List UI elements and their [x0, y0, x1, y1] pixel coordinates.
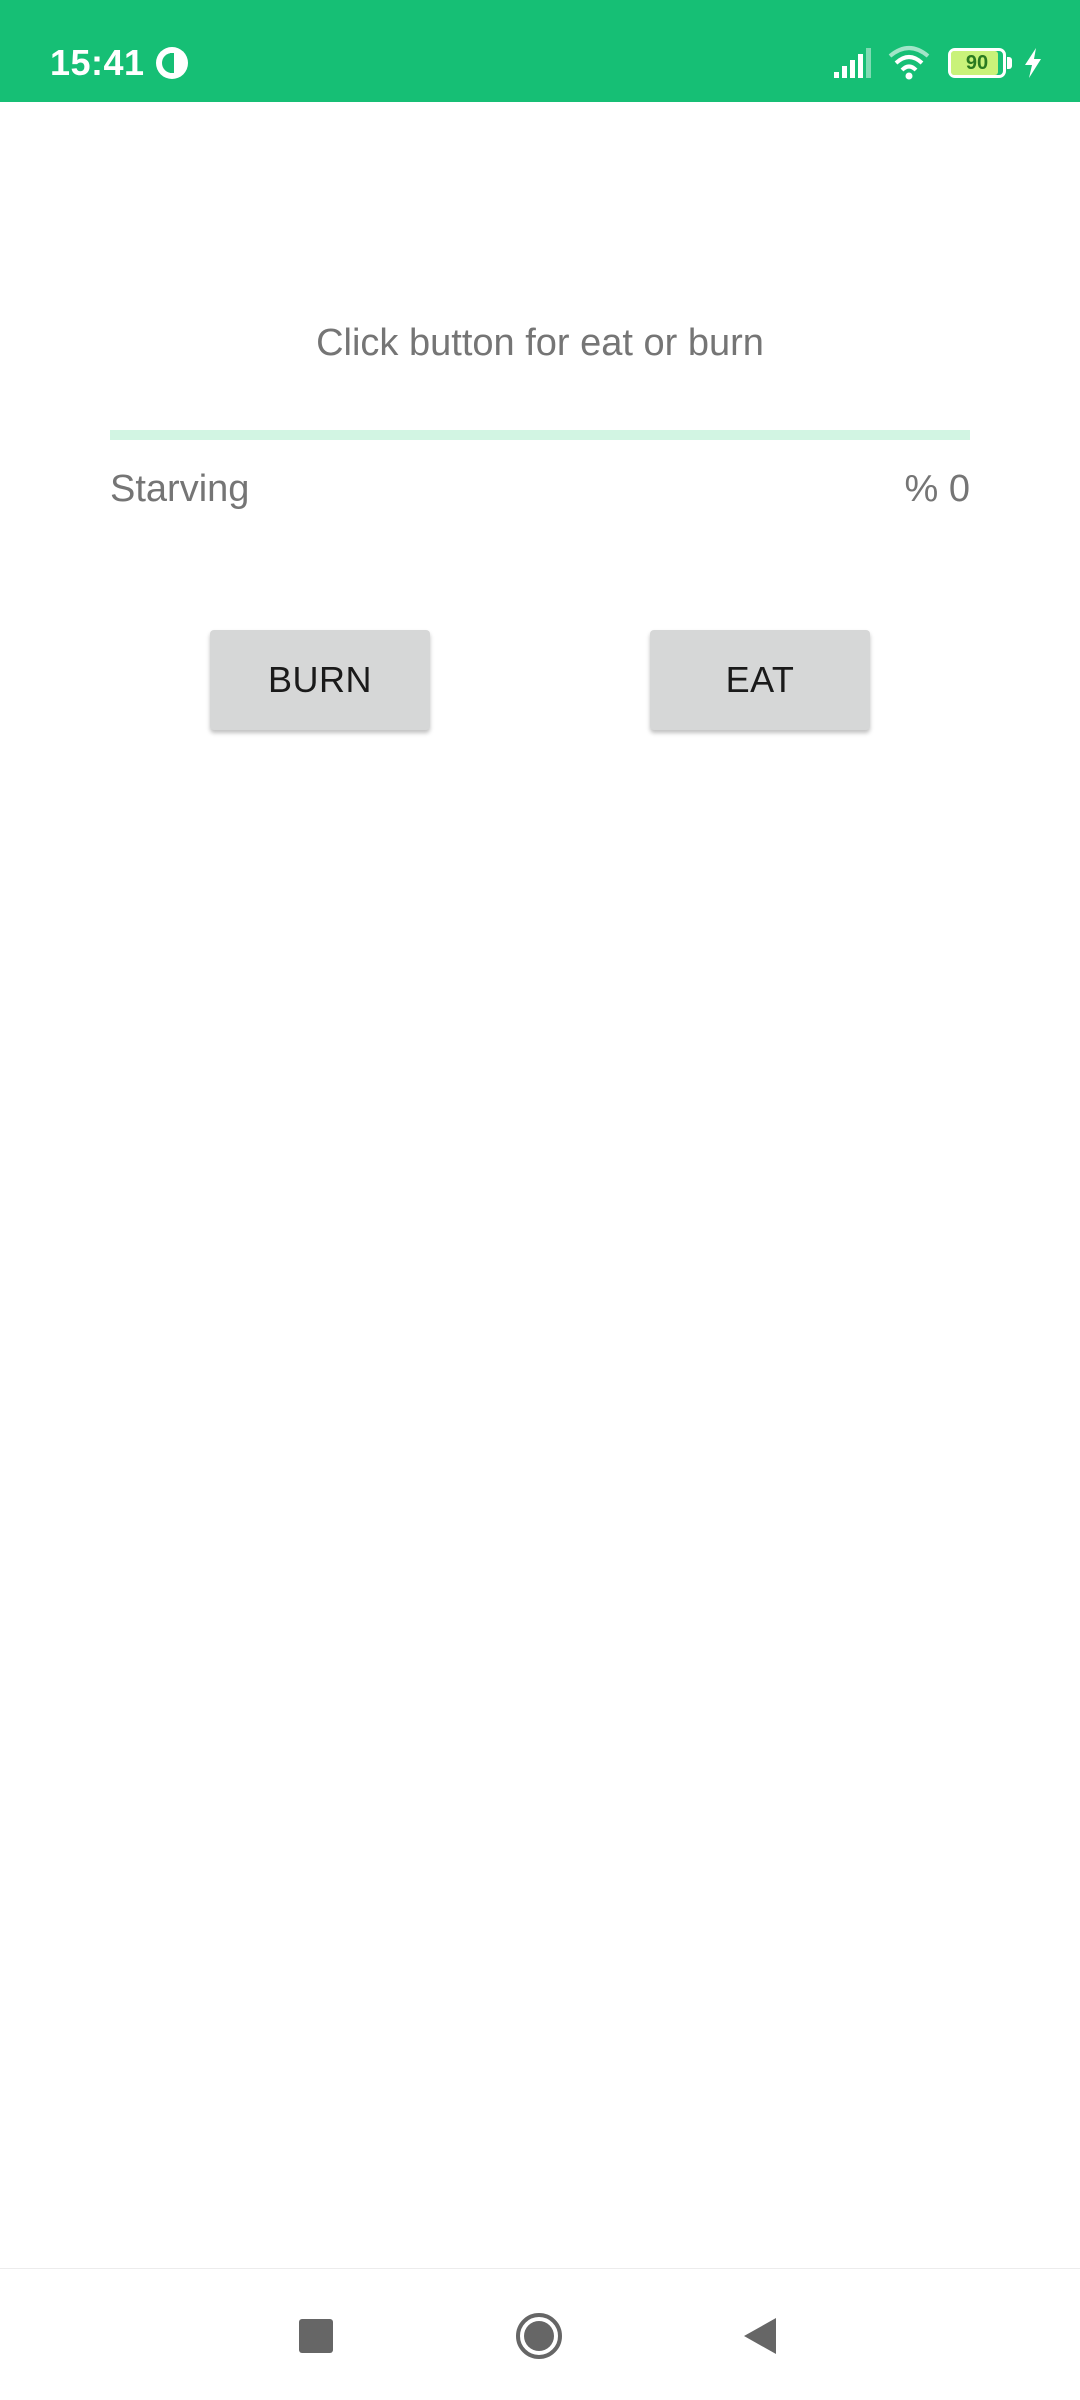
back-icon[interactable] [740, 2315, 780, 2357]
app-notification-icon [156, 47, 188, 79]
recents-icon[interactable] [299, 2319, 333, 2353]
eat-button[interactable]: EAT [650, 630, 870, 730]
signal-icon [834, 48, 871, 78]
progress-bar [110, 430, 970, 440]
status-time: 15:41 [50, 42, 145, 83]
instruction-text: Click button for eat or burn [316, 322, 764, 364]
battery-icon: 90 [948, 48, 1012, 78]
burn-button[interactable]: BURN [210, 630, 430, 730]
app-screen: 15:41 90 Click button for eat or burn St… [0, 0, 1080, 2400]
status-bar: 15:41 90 [0, 0, 1080, 102]
charging-icon [1025, 48, 1041, 78]
hunger-status-label: Starving [110, 468, 250, 510]
wifi-icon [888, 46, 930, 80]
percent-label: % 0 [904, 468, 970, 510]
battery-level: 90 [965, 52, 989, 74]
navigation-bar [0, 2268, 1080, 2400]
home-icon[interactable] [514, 2311, 564, 2361]
battery-nub [1007, 57, 1012, 69]
